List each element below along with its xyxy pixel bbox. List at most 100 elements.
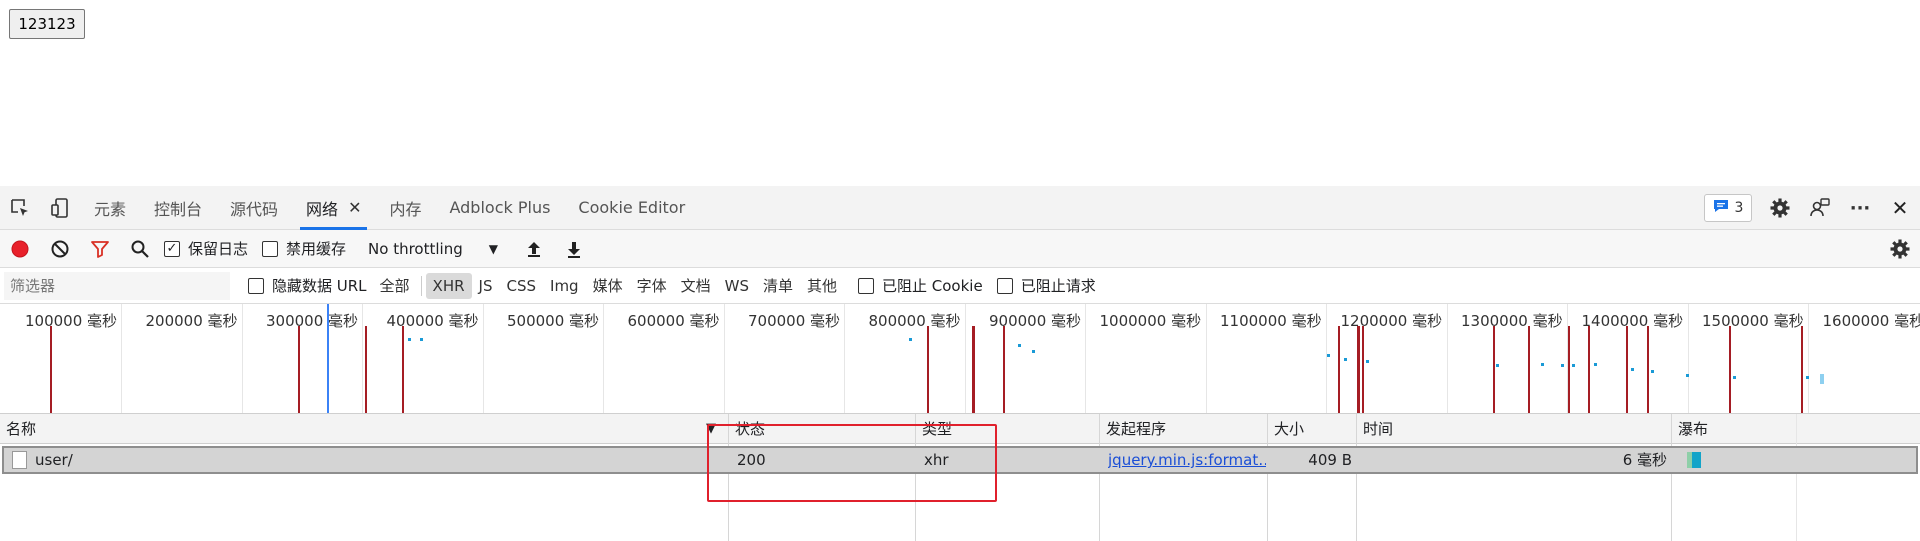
overview-grid-line: [362, 304, 363, 413]
tab-console[interactable]: 控制台: [140, 186, 216, 230]
overview-grid-line: [844, 304, 845, 413]
checkbox-checked-icon: ✓: [164, 240, 180, 257]
load-event-marker: [1568, 326, 1570, 413]
inspect-element-icon[interactable]: [0, 186, 40, 230]
checkbox-unchecked-icon: [858, 277, 875, 294]
column-divider[interactable]: [728, 414, 729, 541]
tab-adblock-plus[interactable]: Adblock Plus: [435, 186, 564, 230]
close-tab-icon[interactable]: ✕: [348, 198, 361, 217]
tab-label: Adblock Plus: [449, 198, 551, 217]
column-header-status[interactable]: 状态: [729, 414, 765, 444]
sort-descending-icon[interactable]: ▼: [702, 414, 716, 444]
filter-type-manifest[interactable]: 清单: [756, 271, 800, 300]
column-divider[interactable]: [915, 414, 916, 541]
request-time: 6 毫秒: [1622, 451, 1667, 469]
filter-type-other[interactable]: 其他: [800, 271, 844, 300]
tab-label: 元素: [94, 199, 127, 219]
dropdown-arrow-icon: ▼: [488, 241, 498, 256]
table-row[interactable]: user/ 200 xhr jquery.min.js:format… 409 …: [2, 446, 1918, 474]
column-header-type[interactable]: 类型: [916, 414, 952, 444]
column-divider[interactable]: [1671, 414, 1672, 541]
network-settings-gear-icon[interactable]: [1880, 230, 1920, 268]
column-header-initiator[interactable]: 发起程序: [1100, 414, 1166, 444]
tab-network[interactable]: 网络 ✕: [292, 186, 375, 230]
clear-icon[interactable]: [40, 230, 80, 268]
tab-cookie-editor[interactable]: Cookie Editor: [564, 186, 699, 230]
preserve-log-label: 保留日志: [188, 240, 249, 258]
request-initiator-link[interactable]: jquery.min.js:format…: [1108, 448, 1266, 472]
request-bar: [1572, 364, 1575, 367]
filter-type-doc[interactable]: 文档: [674, 271, 718, 300]
throttling-select[interactable]: No throttling ▼: [360, 234, 506, 264]
preserve-log-checkbox[interactable]: ✓ 保留日志: [164, 238, 248, 259]
tab-memory[interactable]: 内存: [375, 186, 435, 230]
overview-grid-line: [121, 304, 122, 413]
record-icon[interactable]: [0, 230, 40, 268]
blocked-requests-label: 已阻止请求: [1020, 277, 1096, 295]
search-icon[interactable]: [120, 230, 160, 268]
filter-icon[interactable]: [80, 230, 120, 268]
issues-button[interactable]: 3: [1704, 194, 1752, 222]
close-devtools-icon[interactable]: ✕: [1880, 186, 1920, 230]
hide-data-urls-label: 隐藏数据 URL: [272, 277, 367, 295]
column-divider[interactable]: [1267, 414, 1268, 541]
filter-type-css[interactable]: CSS: [499, 273, 543, 299]
disable-cache-checkbox[interactable]: 禁用缓存: [262, 238, 346, 259]
blocked-cookies-checkbox[interactable]: 已阻止 Cookie: [858, 275, 983, 296]
overview-grid-line: [1085, 304, 1086, 413]
device-emulation-icon[interactable]: [40, 186, 80, 230]
more-options-icon[interactable]: ···: [1840, 186, 1880, 230]
request-type: xhr: [924, 451, 949, 469]
request-bar: [1594, 363, 1597, 366]
overview-grid-line: [964, 304, 966, 413]
filter-input[interactable]: [4, 271, 230, 300]
column-divider[interactable]: [1099, 414, 1100, 541]
column-divider: [1796, 414, 1797, 541]
settings-gear-icon[interactable]: [1760, 186, 1800, 230]
request-bar: [1686, 374, 1689, 377]
column-header-size[interactable]: 大小: [1268, 414, 1304, 444]
tab-sources[interactable]: 源代码: [216, 186, 292, 230]
filter-type-img[interactable]: Img: [543, 273, 586, 299]
waterfall-download-bar: [1692, 452, 1701, 468]
filter-type-ws[interactable]: WS: [718, 273, 756, 299]
overview-grid-line: [241, 304, 243, 413]
overview-tick-label: 1300000 毫秒: [1461, 312, 1563, 330]
request-bar: [1820, 374, 1824, 384]
timeline-overview[interactable]: 100000 毫秒 200000 毫秒 300000 毫秒 400000 毫秒 5000…: [0, 304, 1920, 414]
load-event-marker: [1626, 326, 1628, 413]
import-har-icon[interactable]: [514, 230, 554, 268]
load-event-marker: [1729, 326, 1731, 413]
filter-type-js[interactable]: JS: [472, 273, 500, 299]
load-event-marker: [1528, 326, 1530, 413]
export-har-icon[interactable]: [554, 230, 594, 268]
hide-data-urls-checkbox[interactable]: 隐藏数据 URL: [248, 275, 367, 296]
request-bar: [1733, 376, 1736, 379]
page-button[interactable]: 123123: [9, 9, 85, 39]
filter-type-media[interactable]: 媒体: [586, 271, 630, 300]
request-bar: [1018, 344, 1021, 347]
tab-elements[interactable]: 元素: [80, 186, 140, 230]
document-icon: [12, 451, 27, 469]
column-header-time[interactable]: 时间: [1357, 414, 1393, 444]
filter-type-xhr[interactable]: XHR: [425, 272, 472, 299]
load-event-marker: [298, 326, 300, 413]
column-header-waterfall[interactable]: 瀑布: [1672, 414, 1708, 444]
checkbox-unchecked-icon: [996, 277, 1013, 294]
filter-type-all[interactable]: 全部: [373, 271, 417, 300]
request-bar: [1496, 364, 1499, 367]
column-header-name[interactable]: 名称: [0, 414, 36, 444]
checkbox-unchecked-icon: [248, 277, 264, 294]
table-header: 名称 ▼ 状态 类型 发起程序 大小 时间 瀑布: [0, 414, 1920, 444]
feedback-icon[interactable]: [1800, 186, 1840, 230]
column-divider[interactable]: [1356, 414, 1357, 541]
blocked-requests-checkbox[interactable]: 已阻止请求: [996, 275, 1096, 296]
request-bar: [1651, 370, 1654, 373]
request-bar: [1344, 358, 1347, 361]
load-event-marker: [1362, 326, 1364, 413]
overview-tick-label: 400000 毫秒: [386, 312, 479, 330]
request-bar: [1032, 350, 1035, 353]
load-event-marker: [1493, 326, 1495, 413]
filter-type-font[interactable]: 字体: [630, 271, 674, 300]
overview-tick-label: 600000 毫秒: [627, 312, 720, 330]
